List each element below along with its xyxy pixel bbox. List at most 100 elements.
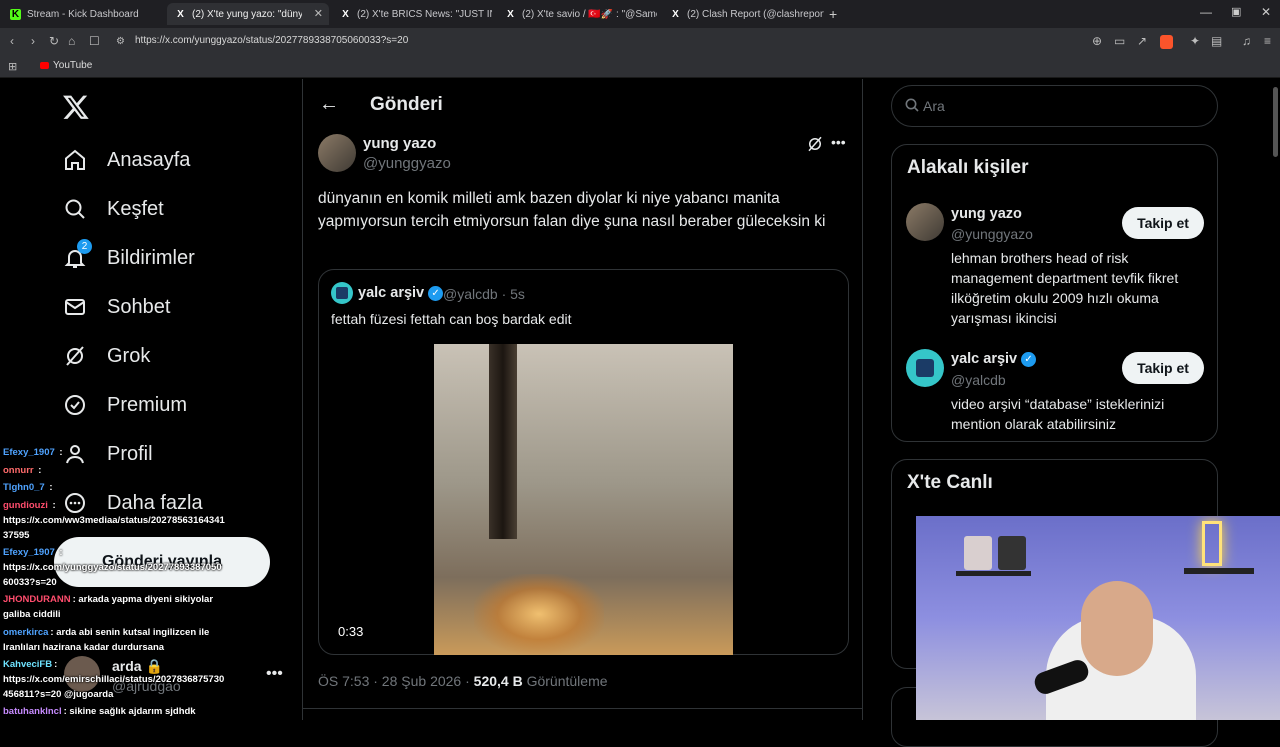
kick-icon: K bbox=[10, 8, 21, 20]
nav-explore[interactable]: Keşfet bbox=[62, 196, 164, 222]
avatar[interactable] bbox=[906, 349, 944, 387]
account-name: arda 🔒 bbox=[112, 658, 163, 674]
follow-button[interactable]: Takip et bbox=[1122, 207, 1204, 239]
neon-light bbox=[1202, 521, 1222, 566]
chat-message: 456811?s=20 @jugoarda bbox=[3, 689, 114, 700]
window-close-icon[interactable]: ✕ bbox=[1261, 5, 1271, 19]
media-icon[interactable]: ♫ bbox=[1242, 34, 1251, 48]
tab-brics-news[interactable]: X (2) X'te BRICS News: "JUST IN: 🇺🇸 M bbox=[332, 3, 494, 25]
nav-premium[interactable]: Premium bbox=[62, 392, 187, 418]
person-handle[interactable]: @yunggyazo bbox=[951, 226, 1033, 242]
nav-profile[interactable]: Profil bbox=[62, 441, 153, 467]
divider bbox=[303, 708, 862, 709]
grok-icon[interactable] bbox=[806, 135, 824, 158]
chat-message: https://x.com/yunggyazo/status/202778933… bbox=[3, 562, 222, 573]
video-duration: 0:33 bbox=[338, 624, 364, 639]
lock-icon: 🔒 bbox=[145, 658, 163, 674]
maximize-icon[interactable]: ▣ bbox=[1231, 5, 1241, 18]
home-icon[interactable]: ⌂ bbox=[68, 34, 75, 48]
menu-icon[interactable]: ≡ bbox=[1264, 34, 1271, 48]
chat-message: Tlghn0_7 : bbox=[3, 482, 53, 493]
post-more-icon[interactable]: ••• bbox=[831, 134, 846, 150]
browser-tab-bar: K Stream - Kick Dashboard X (2) X'te yun… bbox=[0, 0, 1280, 28]
nav-explore-label: Keşfet bbox=[107, 197, 164, 220]
browser-toolbar: ‹ › ↻ ⌂ ☐ ⚙ https://x.com/yunggyazo/stat… bbox=[0, 28, 1280, 56]
search-icon bbox=[62, 196, 88, 222]
grok-icon bbox=[62, 343, 88, 369]
person-icon bbox=[62, 441, 88, 467]
share-icon[interactable]: ↗ bbox=[1137, 34, 1147, 48]
cast-icon[interactable]: ▭ bbox=[1114, 34, 1125, 48]
bookmark-icon[interactable]: ☐ bbox=[89, 34, 100, 48]
search-input[interactable]: Ara bbox=[891, 85, 1218, 127]
close-icon[interactable]: ✕ bbox=[314, 7, 323, 20]
nav-more-label: Daha fazla bbox=[107, 491, 203, 514]
brave-shield-icon[interactable] bbox=[1160, 35, 1173, 49]
tab-kick-dashboard[interactable]: K Stream - Kick Dashboard bbox=[2, 3, 164, 25]
chat-message: Efexy_1907 : bbox=[3, 447, 63, 458]
scrollbar[interactable] bbox=[1273, 87, 1278, 157]
chat-message: 60033?s=20 bbox=[3, 577, 57, 588]
floppy-disk-icon bbox=[336, 287, 348, 299]
extensions-icon[interactable]: ✦ bbox=[1190, 34, 1200, 48]
tab-yung-yazo[interactable]: X (2) X'te yung yazo: "dünyanın en ✕ bbox=[167, 3, 329, 25]
account-more-icon[interactable]: ••• bbox=[266, 665, 283, 683]
search-icon bbox=[904, 97, 920, 118]
quote-meta: @yalcdb · 5s bbox=[443, 286, 525, 302]
tab-title: (2) Clash Report (@clashreport) / X bbox=[687, 8, 824, 20]
sidebar-icon[interactable]: ▤ bbox=[1211, 34, 1222, 48]
video-player[interactable] bbox=[434, 344, 733, 655]
tab-clash-report[interactable]: X (2) Clash Report (@clashreport) / X bbox=[662, 3, 824, 25]
quoted-post[interactable]: yalc arşiv ✓ @yalcdb · 5s fettah füzesi f… bbox=[318, 269, 849, 655]
back-arrow-icon[interactable]: ← bbox=[319, 93, 339, 116]
x-logo-icon[interactable] bbox=[62, 93, 90, 121]
chat-message: https://x.com/ww3mediaa/status/202785631… bbox=[3, 515, 225, 526]
site-settings-icon[interactable]: ⚙ bbox=[116, 36, 125, 47]
search-placeholder: Ara bbox=[923, 98, 945, 114]
person-name[interactable]: yalc arşiv ✓ bbox=[951, 351, 1037, 367]
nav-notifications[interactable]: 2 Bildirimler bbox=[62, 239, 195, 271]
home-icon bbox=[62, 147, 88, 173]
related-title: Alakalı kişiler bbox=[907, 157, 1029, 178]
more-circle-icon bbox=[62, 490, 88, 516]
x-logo-icon: X bbox=[177, 8, 184, 20]
author-avatar[interactable] bbox=[318, 134, 356, 172]
person-name[interactable]: yung yazo bbox=[951, 206, 1022, 222]
apps-grid-icon[interactable]: ⊞ bbox=[8, 60, 17, 73]
nav-more[interactable]: Daha fazla bbox=[62, 490, 203, 516]
nav-chat[interactable]: Sohbet bbox=[62, 294, 170, 320]
zoom-icon[interactable]: ⊕ bbox=[1092, 34, 1102, 48]
reload-icon[interactable]: ↻ bbox=[49, 34, 59, 48]
tab-savio[interactable]: X (2) X'te savio / 🇹🇷🚀 : "@Samedowsk bbox=[497, 3, 659, 25]
chat-message: JHONDURANN: arkada yapma diyeni sikiyola… bbox=[3, 594, 214, 605]
chat-message: gundiouzi : bbox=[3, 500, 56, 511]
nav-chat-label: Sohbet bbox=[107, 295, 171, 318]
verified-icon: ✓ bbox=[428, 285, 444, 301]
live-title: X'te Canlı bbox=[907, 472, 993, 493]
chat-message: Iranlıları hazirana kadar durdursana bbox=[3, 642, 165, 653]
address-bar[interactable]: https://x.com/yunggyazo/status/202778933… bbox=[135, 35, 408, 46]
notification-badge: 2 bbox=[77, 239, 92, 254]
mail-icon bbox=[62, 294, 88, 320]
nav-home[interactable]: Anasayfa bbox=[62, 147, 190, 173]
author-handle[interactable]: @yunggyazo bbox=[363, 155, 451, 172]
minimize-icon[interactable]: — bbox=[1200, 5, 1212, 19]
author-name[interactable]: yung yazo bbox=[363, 135, 436, 152]
back-icon[interactable]: ‹ bbox=[10, 34, 14, 48]
avatar[interactable] bbox=[906, 203, 944, 241]
verified-icon: ✓ bbox=[1021, 351, 1037, 367]
forward-icon[interactable]: › bbox=[31, 34, 35, 48]
bookmark-youtube[interactable]: YouTube bbox=[53, 60, 92, 71]
x-logo-icon: X bbox=[672, 8, 679, 20]
post-text: dünyanın en komik milleti amk bazen diyo… bbox=[318, 190, 826, 230]
follow-button[interactable]: Takip et bbox=[1122, 352, 1204, 384]
chat-message: onnurr : bbox=[3, 465, 42, 476]
new-tab-icon[interactable]: + bbox=[829, 6, 837, 22]
person-face bbox=[1081, 581, 1153, 676]
nav-notifications-label: Bildirimler bbox=[107, 246, 195, 269]
nav-grok[interactable]: Grok bbox=[62, 343, 150, 369]
tab-title: (2) X'te savio / 🇹🇷🚀 : "@Samedowsk bbox=[522, 8, 657, 20]
person-handle[interactable]: @yalcdb bbox=[951, 372, 1006, 388]
figure bbox=[964, 536, 992, 570]
left-sidebar: Anasayfa Keşfet 2 Bildirimler Sohbet Gro… bbox=[0, 79, 302, 720]
